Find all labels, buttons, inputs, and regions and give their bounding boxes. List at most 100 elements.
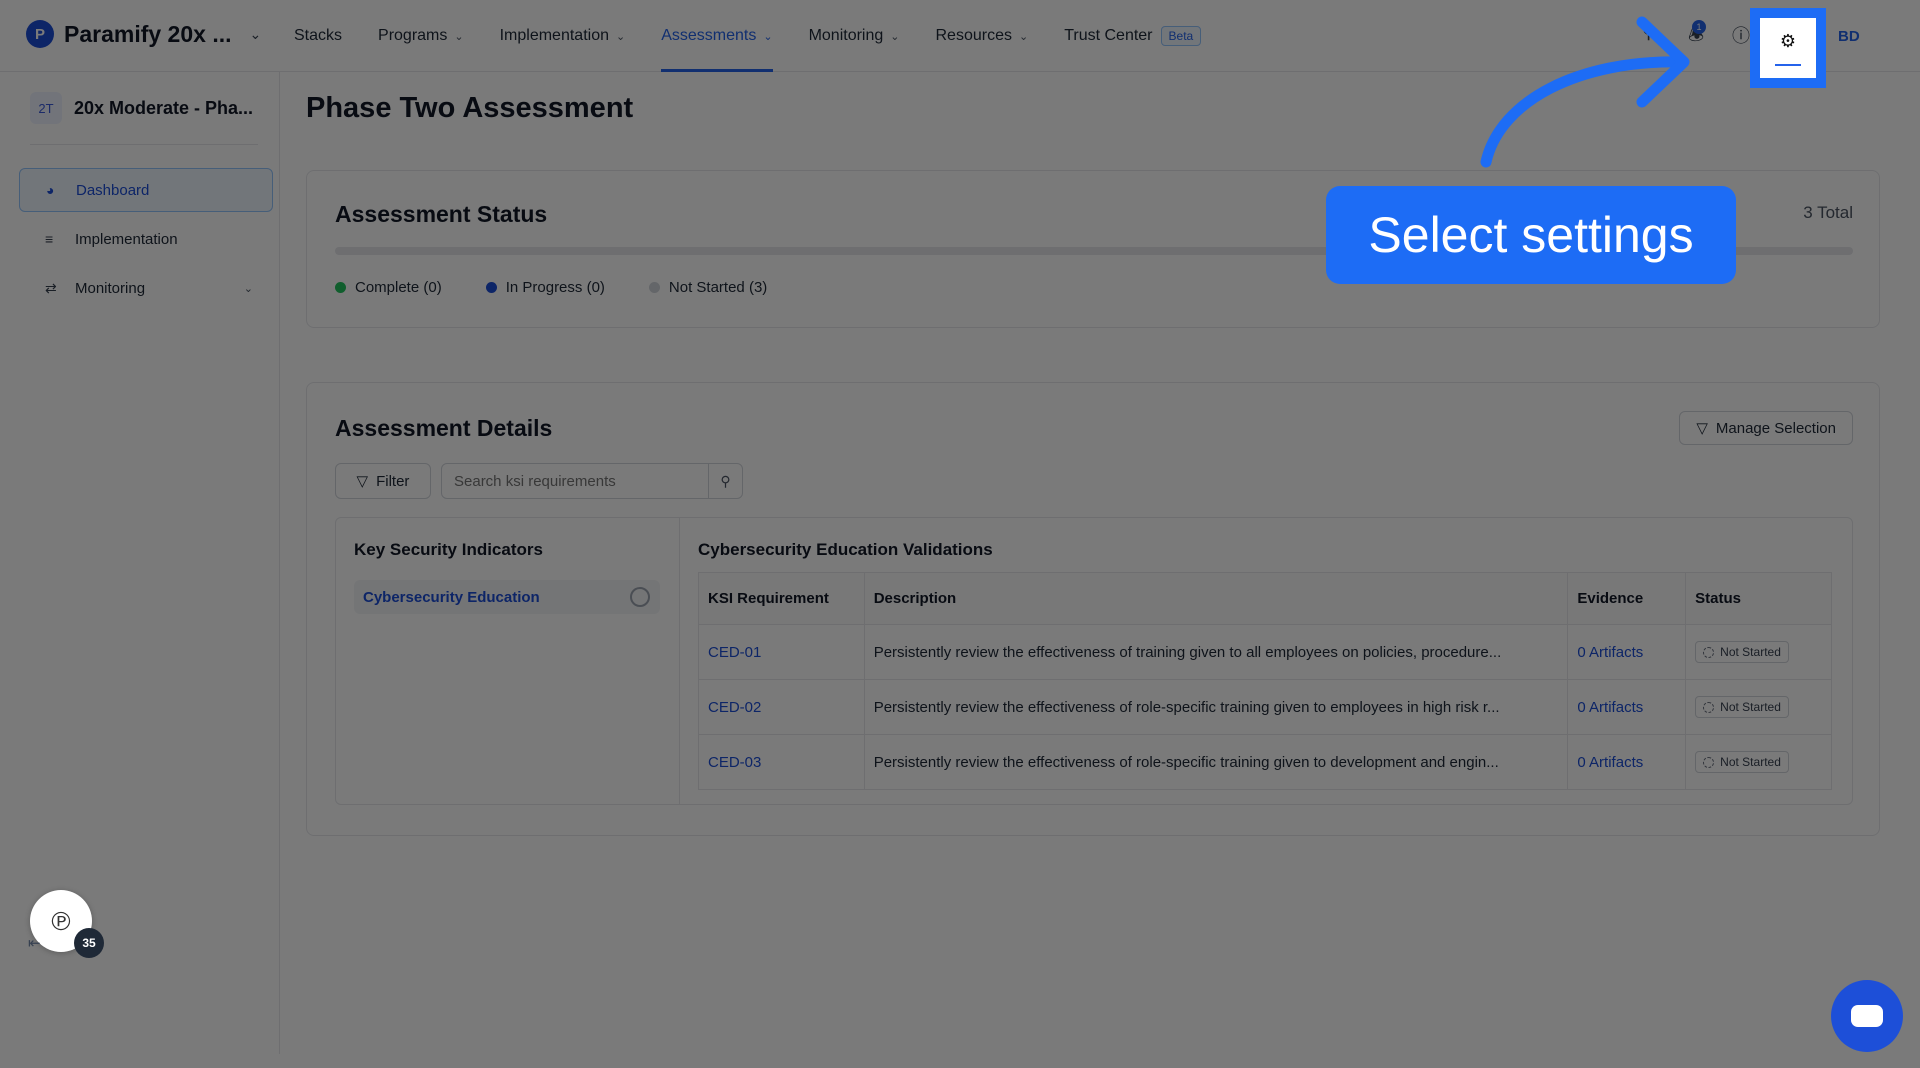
card-title: Assessment Status bbox=[335, 201, 548, 227]
beta-badge: Beta bbox=[1160, 26, 1202, 46]
column-header: Description bbox=[863, 572, 1569, 625]
status-cell: Not Started bbox=[1685, 734, 1832, 790]
status-badge[interactable]: Not Started bbox=[1695, 696, 1789, 718]
chevron-down-icon: ⌄ bbox=[249, 25, 262, 42]
legend-complete: Complete (0) bbox=[335, 279, 442, 296]
evidence-link[interactable]: 0 Artifacts bbox=[1567, 734, 1687, 790]
ksi-requirement-link[interactable]: CED-02 bbox=[698, 679, 865, 735]
nav-resources[interactable]: Resources ⌄ bbox=[935, 0, 1028, 72]
legend-not-started: Not Started (3) bbox=[648, 279, 768, 296]
chat-button[interactable] bbox=[1831, 980, 1903, 1052]
status-legend: Complete (0) In Progress (0) Not Started… bbox=[335, 279, 811, 296]
search-icon[interactable]: ⚲ bbox=[708, 464, 742, 498]
sidebar-item-monitoring[interactable]: ⇄ Monitoring ⌄ bbox=[19, 266, 273, 310]
funnel-icon: ▽ bbox=[1696, 420, 1708, 437]
validations-table: KSI Requirement Description Evidence Sta… bbox=[698, 572, 1832, 790]
paramify-logo-icon: ℗ bbox=[51, 905, 71, 936]
card-title: Assessment Details bbox=[335, 415, 553, 441]
status-badge[interactable]: Not Started bbox=[1695, 751, 1789, 773]
legend-dot bbox=[648, 282, 660, 293]
search-field: ⚲ bbox=[441, 463, 743, 499]
ksi-requirement-link[interactable]: CED-01 bbox=[698, 624, 865, 680]
column-header: Status bbox=[1685, 572, 1832, 625]
annotation-callout: Select settings bbox=[1326, 186, 1736, 284]
collapse-sidebar-icon[interactable]: ⇤ bbox=[28, 934, 41, 952]
ksi-item-cybersecurity-education[interactable]: Cybersecurity Education bbox=[354, 580, 660, 614]
not-started-icon bbox=[1703, 646, 1715, 658]
sliders-icon: ≡ bbox=[45, 231, 54, 247]
nav-label: Assessments bbox=[661, 27, 757, 44]
nav-label: Stacks bbox=[294, 27, 343, 44]
table-row: CED-01 Persistently review the effective… bbox=[698, 624, 1832, 680]
button-label: Manage Selection bbox=[1715, 419, 1836, 437]
requirement-description: Persistently review the effectiveness of… bbox=[863, 734, 1569, 790]
nav-label: Implementation bbox=[499, 27, 609, 44]
help-icon[interactable]: ⓘ bbox=[1732, 22, 1750, 48]
button-label: Filter bbox=[376, 472, 410, 490]
ksi-panel: Key Security Indicators Cybersecurity Ed… bbox=[335, 517, 1853, 805]
status-cell: Not Started bbox=[1685, 679, 1832, 735]
settings-button[interactable]: ⚙ bbox=[1760, 18, 1816, 78]
nav-monitoring[interactable]: Monitoring ⌄ bbox=[809, 0, 900, 72]
nav-stacks[interactable]: Stacks bbox=[294, 0, 342, 72]
status-cell: Not Started bbox=[1685, 624, 1832, 680]
chevron-down-icon: ⌄ bbox=[890, 30, 900, 43]
sidebar-item-label: Dashboard bbox=[76, 181, 150, 199]
divider bbox=[30, 144, 258, 145]
sidebar-item-label: Monitoring bbox=[75, 279, 146, 297]
project-header[interactable]: 2T 20x Moderate - Pha... bbox=[30, 92, 253, 124]
nav-assessments[interactable]: Assessments ⌄ bbox=[661, 0, 773, 72]
status-label: Not Started bbox=[1720, 700, 1781, 714]
requirement-description: Persistently review the effectiveness of… bbox=[863, 624, 1569, 680]
table-row: CED-02 Persistently review the effective… bbox=[698, 679, 1832, 735]
user-avatar[interactable]: BD bbox=[1838, 28, 1860, 45]
ksi-list-title: Key Security Indicators bbox=[354, 540, 543, 559]
main-nav: Stacks Programs ⌄ Implementation ⌄ Assessm… bbox=[294, 0, 1237, 72]
settings-highlight: ⚙ bbox=[1750, 8, 1826, 88]
not-started-icon bbox=[1703, 756, 1715, 768]
nav-implementation[interactable]: Implementation ⌄ bbox=[500, 0, 626, 72]
repeat-icon: ⇄ bbox=[45, 279, 57, 296]
legend-label: Complete (0) bbox=[355, 279, 442, 296]
chevron-down-icon: ⌄ bbox=[454, 30, 464, 43]
legend-label: In Progress (0) bbox=[505, 279, 605, 296]
funnel-icon: ▽ bbox=[356, 473, 369, 490]
nav-label: Monitoring bbox=[808, 27, 884, 44]
status-label: Not Started bbox=[1720, 755, 1781, 769]
evidence-link[interactable]: 0 Artifacts bbox=[1567, 679, 1687, 735]
progress-ring-icon bbox=[630, 587, 650, 607]
nav-trust-center[interactable]: Trust Center Beta bbox=[1064, 0, 1202, 72]
manage-selection-button[interactable]: ▽ Manage Selection bbox=[1679, 411, 1853, 445]
status-badge[interactable]: Not Started bbox=[1695, 641, 1789, 663]
sidebar-item-dashboard[interactable]: ◕ Dashboard bbox=[19, 168, 273, 212]
table-row: CED-03 Persistently review the effective… bbox=[698, 734, 1832, 790]
page-title: Phase Two Assessment bbox=[306, 92, 634, 124]
dashboard-gauge-icon: ◕ bbox=[46, 182, 55, 198]
requirement-description: Persistently review the effectiveness of… bbox=[863, 679, 1569, 735]
evidence-link[interactable]: 0 Artifacts bbox=[1567, 624, 1687, 680]
status-label: Not Started bbox=[1720, 645, 1781, 659]
ksi-list: Key Security Indicators Cybersecurity Ed… bbox=[336, 518, 680, 804]
workspace-switcher[interactable]: P Paramify 20x ... ⌄ bbox=[26, 20, 261, 48]
active-underline bbox=[1775, 63, 1801, 66]
chevron-down-icon: ⌄ bbox=[1018, 30, 1029, 43]
help-count-badge: 35 bbox=[74, 928, 104, 958]
filter-button[interactable]: ▽ Filter bbox=[335, 463, 431, 499]
chevron-down-icon: ⌄ bbox=[243, 282, 253, 295]
chevron-down-icon: ⌄ bbox=[615, 30, 626, 43]
nav-label: Programs bbox=[378, 27, 448, 44]
nav-label: Resources bbox=[935, 27, 1012, 44]
ksi-requirement-link[interactable]: CED-03 bbox=[698, 734, 865, 790]
project-name: 20x Moderate - Pha... bbox=[74, 97, 254, 118]
validations-title: Cybersecurity Education Validations bbox=[698, 540, 993, 559]
assessment-details-card: Assessment Details ▽ Manage Selection ▽ … bbox=[306, 382, 1880, 836]
legend-label: Not Started (3) bbox=[668, 279, 768, 296]
nav-programs[interactable]: Programs ⌄ bbox=[378, 0, 464, 72]
legend-in-progress: In Progress (0) bbox=[485, 279, 605, 296]
chevron-down-icon: ⌄ bbox=[763, 30, 773, 43]
sidebar-item-implementation[interactable]: ≡ Implementation bbox=[19, 217, 273, 261]
chat-icon bbox=[1851, 1005, 1883, 1027]
search-input[interactable] bbox=[442, 472, 704, 490]
nav-label: Trust Center bbox=[1064, 27, 1153, 44]
table-header-row: KSI Requirement Description Evidence Sta… bbox=[698, 572, 1832, 625]
